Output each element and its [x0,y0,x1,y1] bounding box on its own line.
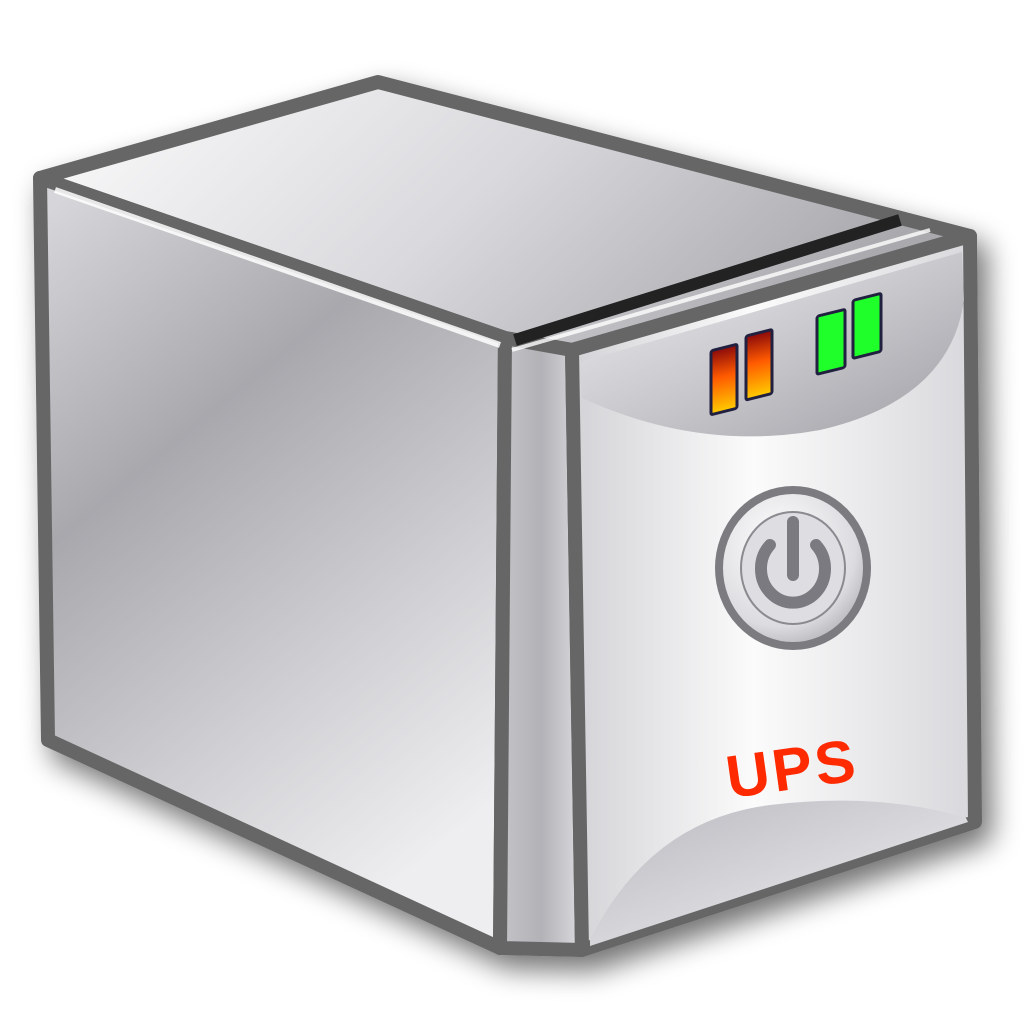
status-led-1 [815,308,847,376]
ups-icon-canvas: UPS [0,0,1024,1024]
ups-device-illustration: UPS [33,75,982,957]
power-button[interactable] [715,486,871,650]
warning-led-1 [709,343,739,416]
warning-led-2 [744,328,774,402]
status-led-2 [851,292,883,360]
